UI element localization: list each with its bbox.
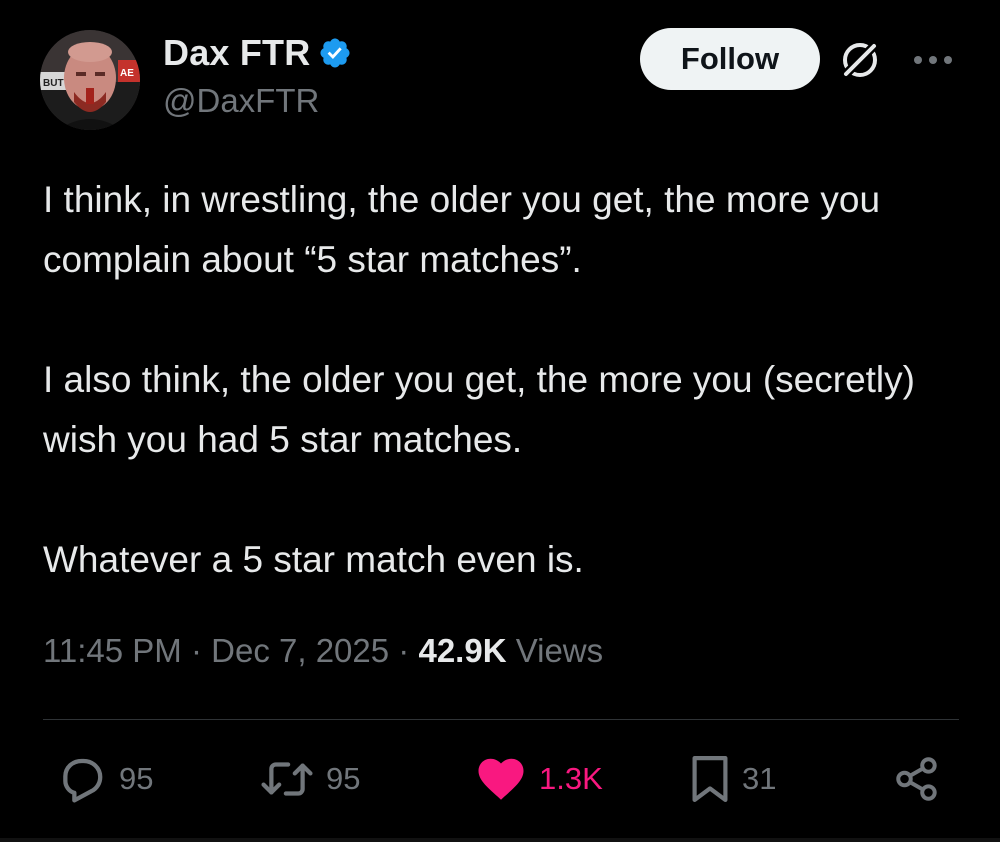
tweet-paragraph: I think, in wrestling, the older you get… (43, 179, 881, 280)
repost-button[interactable]: 95 (258, 752, 360, 806)
verified-badge-icon (320, 38, 350, 68)
like-button[interactable]: 1.3K (473, 752, 603, 806)
reply-button[interactable]: 95 (55, 752, 153, 806)
share-button[interactable] (892, 752, 942, 806)
bookmark-icon (692, 756, 728, 802)
views-label[interactable]: Views (516, 632, 603, 669)
profile-photo: BUT AE (40, 30, 140, 130)
grok-icon[interactable] (838, 38, 882, 82)
tweet-card: BUT AE Dax FTR @DaxFTR Follow I think, i… (0, 0, 1000, 842)
reply-count: 95 (119, 761, 154, 796)
follow-button[interactable]: Follow (640, 28, 820, 90)
share-icon (896, 757, 937, 801)
like-count: 1.3K (539, 761, 603, 796)
tweet-text: I think, in wrestling, the older you get… (43, 170, 973, 590)
bottom-edge (0, 838, 1000, 842)
display-name[interactable]: Dax FTR (163, 32, 310, 74)
repost-count: 95 (326, 761, 361, 796)
tweet-paragraph: I also think, the older you get, the mor… (43, 359, 915, 460)
bookmark-button[interactable]: 31 (688, 752, 776, 806)
tweet-date[interactable]: Dec 7, 2025 (211, 632, 389, 669)
bookmark-count: 31 (742, 761, 777, 796)
tweet-paragraph: Whatever a 5 star match even is. (43, 539, 584, 580)
meta-separator: · (190, 632, 202, 669)
avatar[interactable]: BUT AE (40, 30, 140, 130)
avatar-sign-text: AE (120, 68, 134, 79)
author-handle[interactable]: @DaxFTR (163, 82, 319, 120)
heart-icon (478, 758, 524, 800)
repost-icon (261, 762, 313, 796)
author-name-row[interactable]: Dax FTR (163, 32, 352, 74)
avatar-banner-text: BUT (43, 78, 64, 89)
tweet-meta: 11:45 PM · Dec 7, 2025 · 42.9K Views (43, 632, 603, 670)
more-icon[interactable] (908, 50, 958, 70)
views-count[interactable]: 42.9K (418, 632, 506, 669)
meta-separator: · (398, 632, 410, 669)
tweet-time[interactable]: 11:45 PM (43, 632, 182, 669)
reply-icon (63, 758, 103, 803)
divider (43, 719, 959, 720)
